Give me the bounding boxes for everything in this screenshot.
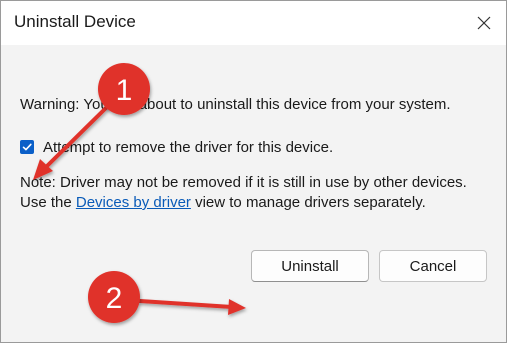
note-text: Note: Driver may not be removed if it is…: [20, 173, 490, 213]
title-bar: Uninstall Device: [1, 1, 506, 45]
remove-driver-option[interactable]: Attempt to remove the driver for this de…: [20, 137, 333, 157]
warning-text: Warning: You are about to uninstall this…: [20, 96, 451, 113]
close-icon: [477, 16, 491, 30]
uninstall-device-dialog: Uninstall Device Warning: You are about …: [0, 0, 507, 343]
remove-driver-checkbox[interactable]: [20, 140, 34, 154]
note-suffix: view to manage drivers separately.: [190, 194, 426, 211]
checkmark-icon: [22, 143, 32, 151]
close-button[interactable]: [468, 7, 500, 39]
cancel-button[interactable]: Cancel: [379, 250, 487, 282]
remove-driver-label[interactable]: Attempt to remove the driver for this de…: [43, 139, 333, 156]
dialog-title: Uninstall Device: [14, 12, 136, 31]
devices-by-driver-link[interactable]: Devices by driver: [76, 194, 191, 211]
uninstall-button[interactable]: Uninstall: [251, 250, 369, 282]
